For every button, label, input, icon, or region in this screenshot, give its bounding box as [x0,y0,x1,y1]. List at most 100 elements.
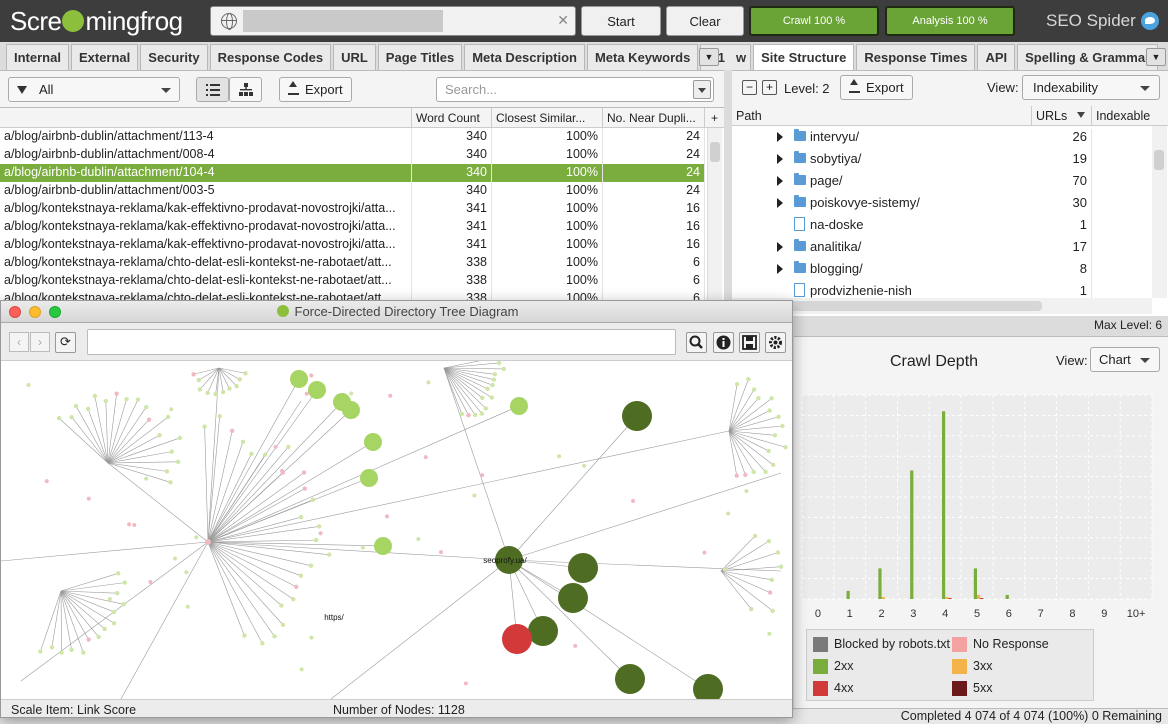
graph-node[interactable] [582,463,587,468]
graph-node[interactable] [769,577,775,583]
table-row[interactable]: a/blog/airbnb-dublin/attachment/113-4 340… [0,128,705,146]
forward-button[interactable]: › [30,332,50,352]
graph-node[interactable] [301,470,307,475]
search-dropdown-icon[interactable] [693,80,711,99]
graph-node[interactable] [316,524,322,529]
graph-node[interactable] [202,424,207,429]
graph-node[interactable] [304,391,309,396]
expand-arrow-icon[interactable] [777,198,783,208]
graph-node[interactable] [622,401,652,431]
tab-partial[interactable]: w [732,44,752,70]
graph-node[interactable] [310,497,316,502]
graph-node[interactable] [780,423,785,429]
tree-row[interactable]: intervyu/26 [732,126,1152,151]
search-button[interactable] [686,332,707,353]
graph-node[interactable] [752,533,758,539]
graph-node[interactable] [85,406,91,412]
tab-security[interactable]: Security [140,44,208,70]
graph-node[interactable] [286,444,291,450]
graph-node[interactable] [69,415,74,420]
graph-node[interactable] [92,393,98,399]
graph-node[interactable] [501,366,506,372]
graph-node[interactable] [169,407,174,412]
graph-node[interactable] [492,372,498,377]
graph-node[interactable] [308,563,314,568]
graph-node[interactable] [59,650,64,655]
tab-meta-description[interactable]: Meta Description [464,44,585,70]
graph-node[interactable] [763,469,768,475]
graph-node[interactable] [483,406,488,411]
table-row[interactable]: a/blog/airbnb-dublin/attachment/003-5 340… [0,182,705,200]
expand-arrow-icon[interactable] [777,154,783,164]
tree-row[interactable]: page/70 [732,170,1152,195]
graph-node[interactable] [205,539,211,545]
table-row[interactable]: a/blog/kontekstnaya-reklama/kak-effektiv… [0,200,705,218]
column-header-address[interactable] [0,108,412,128]
graph-node[interactable] [148,579,153,584]
graph-node[interactable] [463,681,468,686]
graph-node[interactable] [177,435,183,441]
info-button[interactable] [713,332,734,353]
graph-node[interactable] [116,571,121,576]
tab-spelling-grammar[interactable]: Spelling & Grammar [1017,44,1159,70]
filter-select[interactable]: All [8,77,180,102]
graph-node[interactable] [299,667,304,672]
graph-node[interactable] [423,455,428,460]
graph-node[interactable] [775,550,781,555]
graph-node[interactable] [722,567,727,572]
graph-node[interactable] [756,395,761,401]
right-tabs-more-icon[interactable]: ▼ [1146,48,1166,66]
graph-node[interactable] [426,380,431,385]
graph-node[interactable] [480,395,485,400]
graph-node[interactable] [349,391,354,396]
clear-url-icon[interactable]: ✕ [557,12,569,29]
graph-node[interactable] [776,414,781,419]
table-row[interactable]: a/blog/kontekstnaya-reklama/kak-effektiv… [0,236,705,254]
graph-node[interactable] [279,603,284,608]
vertical-scrollbar[interactable] [707,128,722,300]
graph-node[interactable] [234,383,239,389]
table-row[interactable]: a/blog/kontekstnaya-reklama/chto-delat-e… [0,254,705,272]
graph-node[interactable] [26,382,31,387]
settings-button[interactable] [765,332,786,353]
graph-node[interactable] [107,596,112,601]
graph-node[interactable] [86,496,91,501]
graph-node[interactable] [173,556,178,561]
left-tabs-more-icon[interactable]: ▼ [699,48,719,66]
graph-node[interactable] [184,570,189,575]
tree-row[interactable]: sobytiya/19 [732,148,1152,173]
tab-external[interactable]: External [70,44,139,70]
graph-node[interactable] [114,391,119,396]
table-row[interactable]: a/blog/kontekstnaya-reklama/chto-delat-e… [0,290,705,300]
tab-response-codes[interactable]: Response Codes [209,44,332,70]
graph-node[interactable] [196,377,202,383]
column-header-closest-similarity[interactable]: Closest Similar... [492,108,603,128]
graph-node[interactable] [489,395,495,400]
graph-node[interactable] [280,468,285,473]
graph-node[interactable] [205,390,210,396]
column-header-indexable[interactable]: Indexable [1092,106,1168,126]
graph-node[interactable] [191,372,196,377]
graph-node[interactable] [175,459,181,464]
column-header-urls[interactable]: URLs [1032,106,1092,126]
graph-node[interactable] [749,606,754,612]
graph-node[interactable] [96,634,101,640]
graph-node[interactable] [746,376,751,382]
twitter-icon[interactable] [1141,12,1159,30]
export-button[interactable]: Export [840,75,913,100]
add-column-icon[interactable]: + [705,108,724,128]
url-input[interactable]: ✕ [210,6,576,36]
graph-node[interactable] [122,580,127,585]
graph-node[interactable] [111,621,117,626]
graph-node[interactable] [744,489,749,494]
scroll-thumb[interactable] [1154,150,1164,170]
graph-node[interactable] [111,609,117,615]
graph-node[interactable] [168,480,173,485]
tree-row[interactable]: na-doske 1 [732,214,1152,239]
tree-row[interactable]: blogging/8 [732,258,1152,283]
horizontal-scrollbar[interactable] [732,298,1152,314]
graph-node[interactable] [360,545,365,550]
graph-node[interactable] [102,626,107,632]
graph-node[interactable] [127,522,132,527]
graph-node[interactable] [769,396,774,401]
